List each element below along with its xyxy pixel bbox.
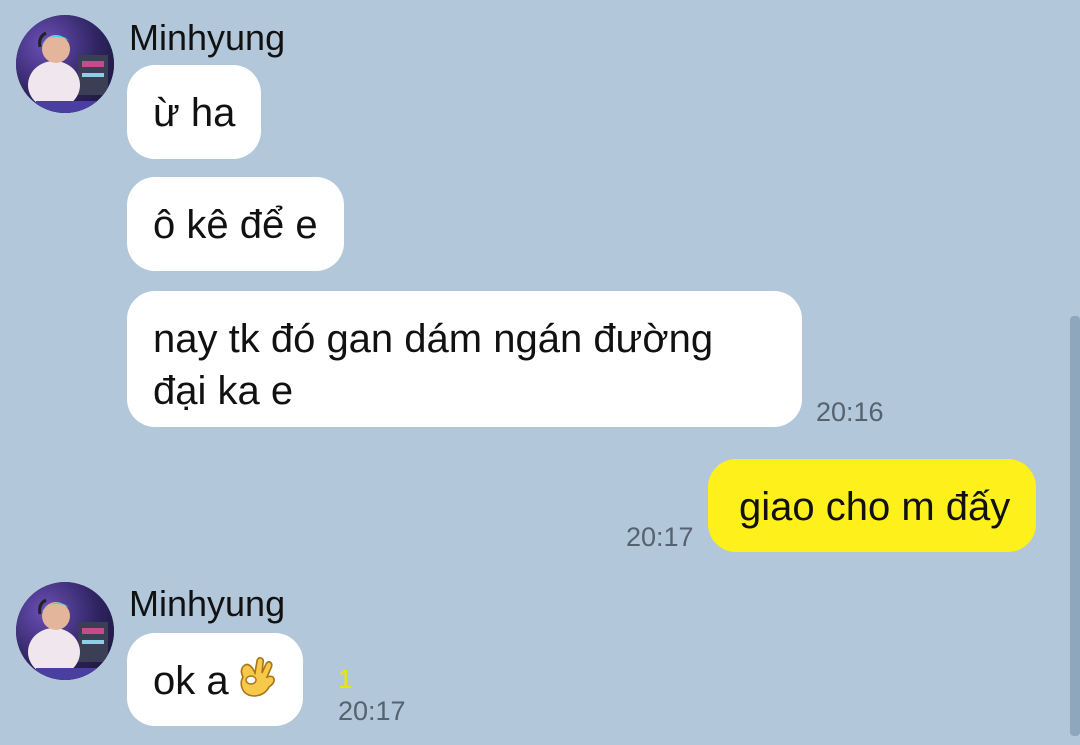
message-text: giao cho m đấy — [739, 485, 1011, 529]
message-bubble[interactable]: ok a — [127, 633, 303, 726]
message-bubble[interactable]: ừ ha — [127, 65, 262, 159]
message-bubble[interactable]: nay tk đó gan dám ngán đường đại ka e — [127, 291, 802, 427]
avatar-photo-icon — [16, 15, 114, 113]
sender-avatar[interactable] — [16, 15, 114, 113]
unread-count: 1 — [338, 664, 353, 694]
message-text: ô kê để e — [153, 203, 318, 247]
message-text: ừ ha — [153, 91, 236, 135]
message-timestamp: 20:17 — [338, 696, 406, 726]
message-timestamp: 20:16 — [816, 397, 884, 427]
chat-scrollbar[interactable] — [1070, 316, 1080, 736]
chat-view[interactable]: Minhyung ừ ha ô kê để e nay tk đó gan dá… — [0, 0, 1080, 745]
message-text: ok a — [153, 659, 229, 704]
message-text: nay tk đó gan dám ngán đường đại ka e — [153, 317, 714, 413]
message-bubble[interactable]: ô kê để e — [127, 177, 344, 271]
avatar-photo-icon — [16, 582, 114, 680]
sender-avatar[interactable] — [16, 582, 114, 680]
message-timestamp: 20:17 — [626, 522, 694, 552]
sender-name: Minhyung — [129, 583, 286, 624]
message-bubble-outgoing[interactable]: giao cho m đấy — [708, 459, 1037, 552]
ok-hand-emoji-icon — [235, 655, 277, 712]
sender-name: Minhyung — [129, 17, 286, 58]
